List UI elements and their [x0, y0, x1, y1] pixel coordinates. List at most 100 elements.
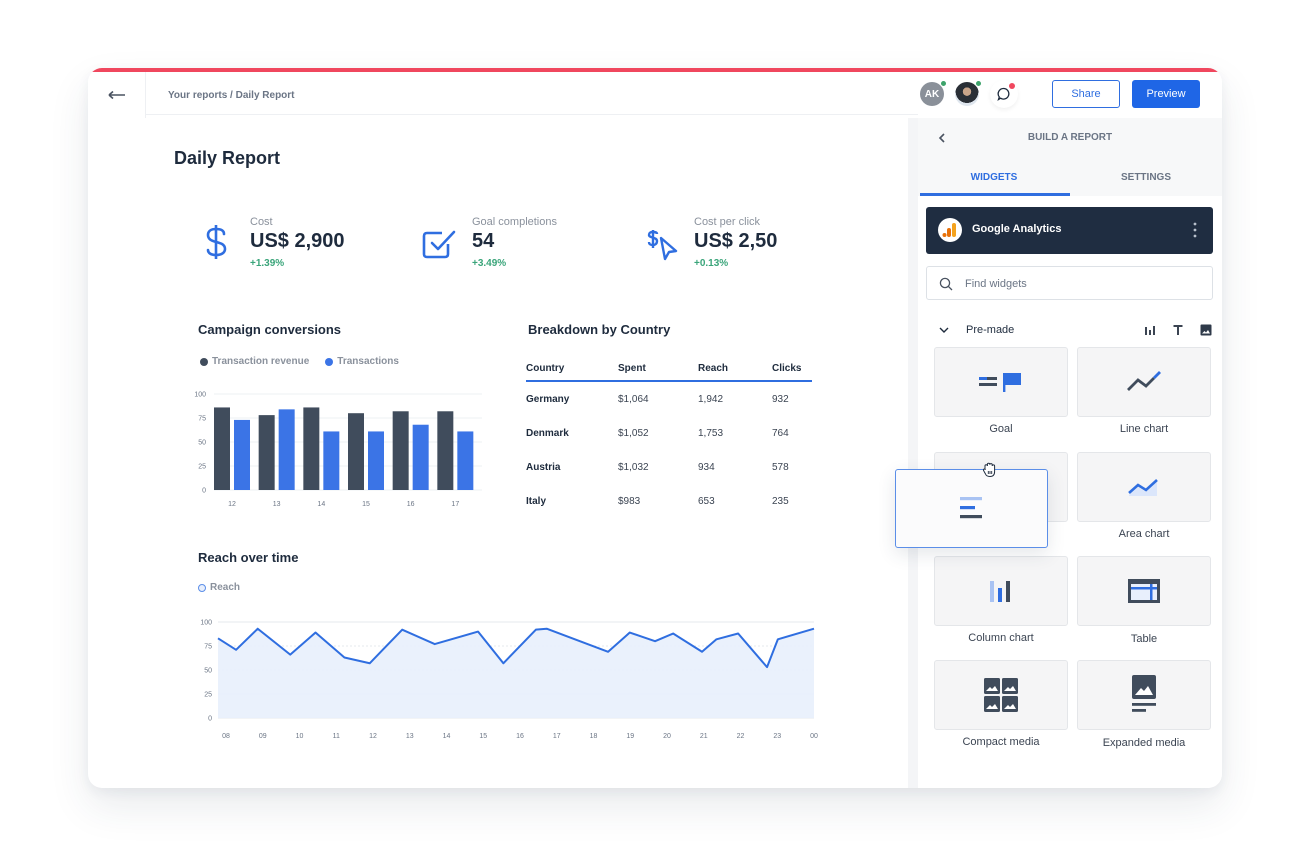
- cell-country: Denmark: [526, 427, 569, 439]
- search-input[interactable]: [965, 275, 1195, 293]
- premade-section-header: Pre-made: [938, 322, 1213, 340]
- chart-legend: Reach: [198, 582, 250, 593]
- cell-spent: $1,032: [618, 461, 649, 473]
- widget-line-chart[interactable]: [1077, 347, 1211, 417]
- x-tick-label: 08: [222, 733, 230, 740]
- cell-clicks: 764: [772, 427, 789, 439]
- x-tick-label: 00: [810, 733, 818, 740]
- widget-area-chart[interactable]: [1077, 452, 1211, 522]
- breadcrumb[interactable]: Your reports / Daily Report: [168, 90, 295, 101]
- bar: [214, 407, 230, 490]
- kpi-delta: +0.13%: [694, 258, 729, 269]
- comments-button[interactable]: [990, 80, 1018, 108]
- chart-title: Campaign conversions: [198, 322, 342, 337]
- tab-widgets[interactable]: WIDGETS: [918, 158, 1070, 196]
- bar: [368, 431, 384, 490]
- chevron-down-icon[interactable]: [938, 324, 950, 336]
- y-tick-label: 75: [204, 644, 212, 651]
- bar: [392, 411, 409, 490]
- tab-settings[interactable]: SETTINGS: [1070, 158, 1222, 196]
- kpi-label: Cost per click: [694, 216, 761, 228]
- x-tick-label: 20: [663, 733, 671, 740]
- page-title: Daily Report: [174, 148, 281, 168]
- image-filter-icon[interactable]: [1200, 324, 1212, 336]
- divider: [146, 114, 918, 115]
- y-tick-label: 50: [204, 668, 212, 675]
- x-tick-label: 18: [590, 733, 598, 740]
- x-tick-label: 13: [273, 501, 281, 508]
- avatar[interactable]: [955, 80, 982, 106]
- back-button[interactable]: [88, 72, 146, 118]
- cell-reach: 1,942: [698, 393, 724, 405]
- x-tick-label: 14: [317, 501, 325, 508]
- widget-expanded-media[interactable]: [1077, 660, 1211, 730]
- sidebar-tabs: WIDGETS SETTINGS: [918, 158, 1222, 196]
- bar-chart-filter-icon[interactable]: [1144, 324, 1156, 336]
- legend-item: Reach: [198, 582, 240, 593]
- bar: [348, 413, 364, 490]
- kpi-delta: +1.39%: [250, 258, 285, 269]
- column-header[interactable]: Clicks: [772, 363, 812, 374]
- more-vertical-icon[interactable]: [1191, 221, 1199, 239]
- cell-spent: $1,064: [618, 393, 649, 405]
- expanded-media-icon: [1132, 675, 1156, 712]
- widget-goal[interactable]: [934, 347, 1068, 417]
- legend-label: Reach: [210, 582, 241, 593]
- text-filter-icon[interactable]: [1172, 324, 1184, 336]
- goal-flag-icon: [979, 373, 1021, 392]
- legend-item: Transactions: [325, 356, 399, 367]
- table-row: Denmark $1,052 1,753 764: [526, 416, 812, 450]
- bar: [258, 415, 275, 490]
- kpi-value: 54: [472, 230, 495, 252]
- avatar[interactable]: AK: [920, 80, 947, 106]
- legend-label: Transaction revenue: [212, 356, 310, 367]
- widget-label: Column chart: [968, 632, 1034, 644]
- column-header[interactable]: Spent: [618, 363, 698, 374]
- y-tick-label: 100: [194, 392, 206, 399]
- data-source-card[interactable]: Google Analytics: [926, 207, 1213, 254]
- sidebar-header: BUILD A REPORT: [918, 118, 1222, 158]
- x-tick-label: 09: [259, 733, 267, 740]
- x-tick-label: 21: [700, 733, 708, 740]
- avatar-initials: AK: [924, 88, 940, 100]
- kpi-value: US$ 2,900: [250, 230, 345, 252]
- cell-clicks: 578: [772, 461, 789, 473]
- x-tick-label: 19: [626, 733, 634, 740]
- column-header[interactable]: Country: [526, 363, 618, 374]
- cell-clicks: 235: [772, 495, 789, 507]
- sidebar-title: BUILD A REPORT: [1027, 132, 1113, 143]
- widget-label: Area chart: [1118, 528, 1170, 540]
- arrow-left-icon: [107, 90, 125, 100]
- y-tick-label: 75: [198, 416, 206, 423]
- kpi-value: US$ 2,50: [694, 230, 778, 252]
- x-tick-label: 22: [737, 733, 745, 740]
- preview-button[interactable]: Preview: [1132, 80, 1200, 108]
- build-report-sidebar: BUILD A REPORT WIDGETS SETTINGS Google A…: [918, 118, 1222, 788]
- section-label[interactable]: Pre-made: [966, 324, 1014, 336]
- widget-compact-media[interactable]: [934, 660, 1068, 730]
- y-tick-label: 100: [200, 620, 212, 627]
- dollar-icon: [206, 225, 227, 259]
- widget-column-chart[interactable]: [934, 556, 1068, 626]
- x-tick-label: 16: [407, 501, 415, 508]
- legend-swatch: [325, 357, 334, 366]
- campaign-conversions-chart: 0 25 50 75 100 12 13 14 15 16 17: [194, 392, 482, 508]
- x-tick-label: 16: [516, 733, 524, 740]
- column-header[interactable]: Reach: [698, 363, 772, 374]
- area-fill: [218, 628, 814, 718]
- country-table: Country Spent Reach Clicks Germany $1,06…: [526, 356, 812, 518]
- dragging-widget-bar-chart[interactable]: [895, 469, 1048, 548]
- widget-label: Expanded media: [1102, 737, 1186, 749]
- top-bar: Your reports / Daily Report AK Share Pre…: [88, 72, 1222, 118]
- x-tick-label: 15: [479, 733, 487, 740]
- area-chart-icon: [1128, 479, 1158, 496]
- table-row: Austria $1,032 934 578: [526, 450, 812, 484]
- widget-table[interactable]: [1077, 556, 1211, 626]
- x-tick-label: 12: [369, 733, 377, 740]
- cell-country: Germany: [526, 393, 570, 405]
- kpi-delta: +3.49%: [472, 258, 507, 269]
- line-chart-icon: [1127, 371, 1161, 391]
- cell-country: Austria: [526, 461, 561, 473]
- bar: [323, 431, 340, 490]
- share-button[interactable]: Share: [1052, 80, 1120, 108]
